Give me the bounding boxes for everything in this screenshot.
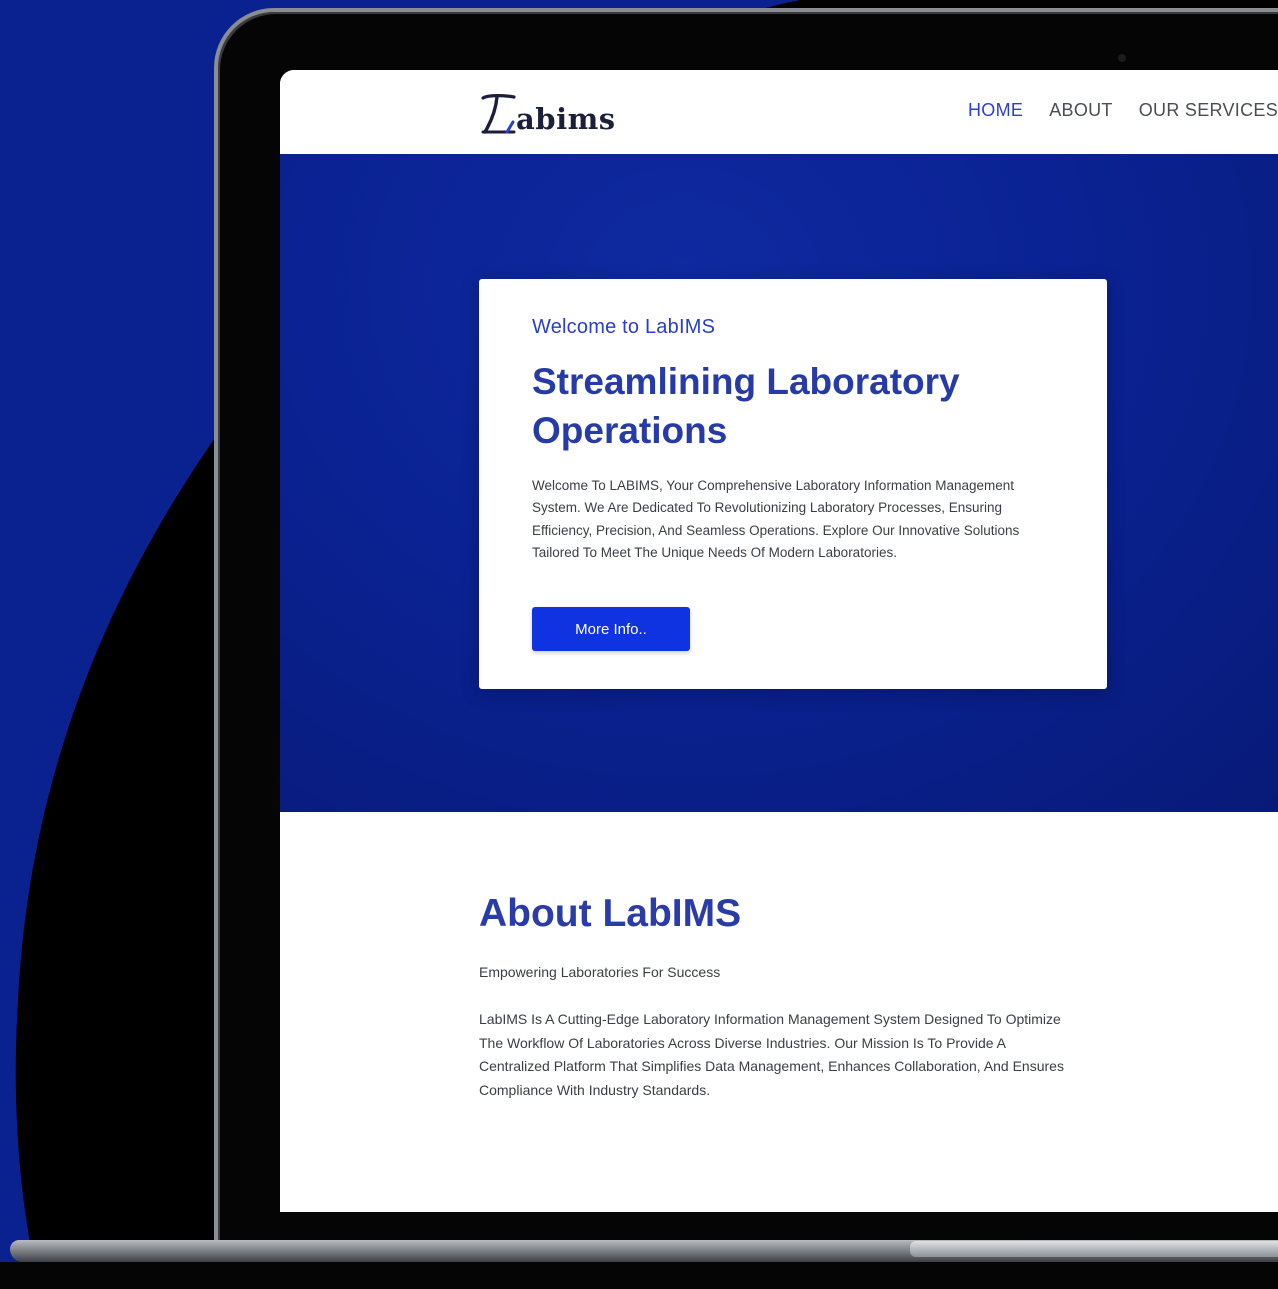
about-section: About LabIMS Empowering Laboratories For… [280, 812, 1278, 1212]
nav-home[interactable]: HOME [968, 100, 1023, 121]
labims-logo-icon [481, 94, 516, 134]
nav-about[interactable]: ABOUT [1049, 100, 1113, 121]
more-info-button[interactable]: More Info.. [532, 607, 690, 651]
mockup-stage: abims HOME ABOUT OUR SERVICES Welcome to… [0, 0, 1278, 1289]
hero-card: Welcome to LabIMS Streamlining Laborator… [479, 279, 1107, 689]
laptop-base-highlight [910, 1241, 1278, 1257]
about-subtitle: Empowering Laboratories For Success [479, 964, 721, 980]
about-title: About LabIMS [479, 892, 742, 935]
laptop-shadow [0, 1262, 1278, 1289]
logo-text: abims [516, 102, 616, 136]
about-description: LabIMS Is A Cutting-Edge Laboratory Info… [479, 1011, 1064, 1098]
hero-section: Welcome to LabIMS Streamlining Laborator… [280, 154, 1278, 812]
hero-title: Streamlining Laboratory Operations [532, 361, 960, 451]
main-nav: HOME ABOUT OUR SERVICES [968, 100, 1278, 121]
hero-kicker: Welcome to LabIMS [532, 316, 716, 338]
laptop-screen: abims HOME ABOUT OUR SERVICES Welcome to… [280, 70, 1278, 1212]
site-navbar: abims HOME ABOUT OUR SERVICES [280, 70, 1278, 154]
site-logo[interactable]: abims [480, 90, 616, 136]
hero-description: Welcome To LABIMS, Your Comprehensive La… [532, 478, 1020, 561]
nav-our-services[interactable]: OUR SERVICES [1139, 100, 1278, 121]
webcam-icon [1118, 54, 1126, 62]
